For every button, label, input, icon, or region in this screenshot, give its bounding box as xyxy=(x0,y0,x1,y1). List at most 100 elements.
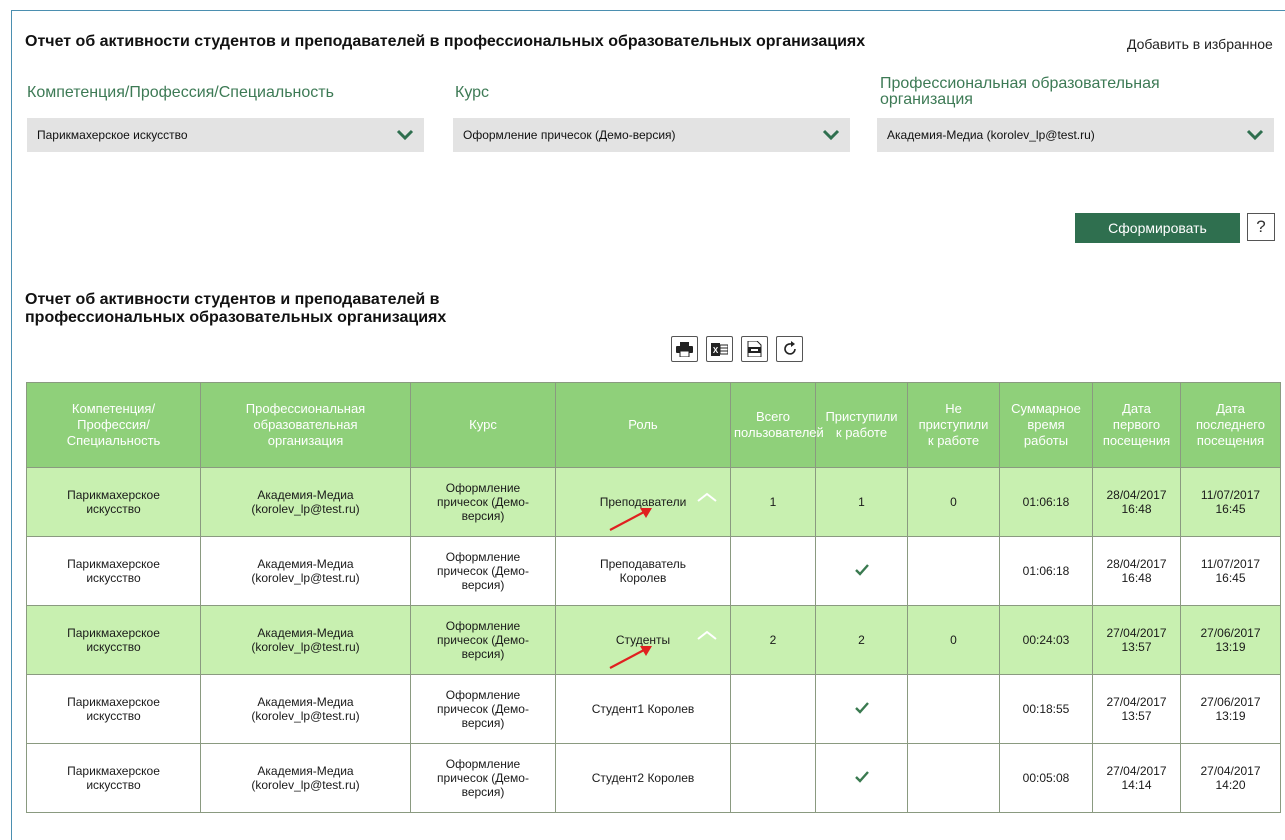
cell-not-started: 0 xyxy=(907,467,1000,537)
cell-last-visit-text: 11/07/2017 xyxy=(1200,488,1261,502)
table-group-row[interactable]: Парикмахерское искусство Академия-Медиа (ko… xyxy=(26,605,1281,675)
cell-first-visit: 27/04/2017 14:14 xyxy=(1092,743,1181,813)
svg-text:X: X xyxy=(713,346,719,355)
pdf-icon xyxy=(747,341,762,357)
cell-organization-text: (korolev_lp@test.ru) xyxy=(251,778,360,792)
cell-total-users xyxy=(730,743,816,813)
column-header-organization[interactable]: Профессиональная образовательная организац… xyxy=(200,382,411,468)
cell-last-visit-text: 11/07/2017 xyxy=(1200,557,1261,571)
report-table: Компетенция/Профессия/Специальность Профе… xyxy=(26,382,1281,813)
column-header-not-started[interactable]: Не приступили к работе xyxy=(907,382,1000,468)
column-header-role[interactable]: Роль xyxy=(555,382,731,468)
chevron-up-icon[interactable] xyxy=(696,628,718,642)
add-to-favorites-link[interactable]: Добавить в избранное xyxy=(1127,36,1273,52)
table-group-row[interactable]: Парикмахерское искусство Академия-Медиа (ko… xyxy=(26,467,1281,537)
annotation-arrow-icon xyxy=(609,508,652,531)
cell-last-visit-text: 27/06/2017 xyxy=(1200,695,1261,709)
cell-first-visit: 28/04/2017 16:48 xyxy=(1092,467,1181,537)
help-button[interactable]: ? xyxy=(1247,213,1275,241)
cell-organization-text: Академия-Медиа xyxy=(257,557,354,571)
cell-course-text: Оформление xyxy=(445,550,521,564)
cell-first-visit-text: 27/04/2017 xyxy=(1106,626,1167,640)
chevron-up-icon[interactable] xyxy=(696,490,718,504)
cell-role: Преподаватель Королев xyxy=(555,536,731,606)
column-header-text: первого xyxy=(1112,417,1161,432)
cell-competence-text: искусство xyxy=(86,502,141,516)
export-pdf-button[interactable] xyxy=(741,336,768,362)
cell-first-visit-text: 28/04/2017 xyxy=(1106,557,1167,571)
cell-last-visit-text: 13:19 xyxy=(1215,709,1246,723)
cell-organization-text: Академия-Медиа xyxy=(257,695,354,709)
cell-course: Оформление причесок (Демо-версия) xyxy=(410,536,556,606)
cell-competence-text: Парикмахерское xyxy=(67,488,160,502)
cell-course-text: версия) xyxy=(461,647,505,661)
cell-last-visit: 11/07/2017 16:45 xyxy=(1180,467,1281,537)
cell-competence-text: искусство xyxy=(86,709,141,723)
cell-organization-text: (korolev_lp@test.ru) xyxy=(251,640,360,654)
export-excel-button[interactable]: X xyxy=(706,336,733,362)
column-header-text: Приступили xyxy=(825,409,898,424)
column-header-first-visit[interactable]: Дата первого посещения xyxy=(1092,382,1181,468)
cell-organization: Академия-Медиа (korolev_lp@test.ru) xyxy=(200,674,411,744)
competence-select[interactable]: Парикмахерское искусство xyxy=(27,118,424,152)
cell-first-visit-text: 16:48 xyxy=(1121,502,1152,516)
check-icon xyxy=(854,563,869,576)
column-header-text: Всего xyxy=(755,409,791,424)
cell-course: Оформление причесок (Демо-версия) xyxy=(410,743,556,813)
cell-last-visit-text: 13:19 xyxy=(1215,640,1246,654)
cell-first-visit: 28/04/2017 16:48 xyxy=(1092,536,1181,606)
cell-organization-text: (korolev_lp@test.ru) xyxy=(251,709,360,723)
generate-button[interactable]: Сформировать xyxy=(1075,213,1240,243)
cell-started xyxy=(815,674,908,744)
cell-total-time: 00:18:55 xyxy=(999,674,1093,744)
column-header-text: к работе xyxy=(927,433,980,448)
cell-organization: Академия-Медиа (korolev_lp@test.ru) xyxy=(200,467,411,537)
column-header-text: Дата xyxy=(1216,401,1245,416)
cell-role-text: Студент2 Королев xyxy=(591,771,695,785)
column-header-total-users[interactable]: Всего пользователей xyxy=(730,382,824,468)
column-header-text: Роль xyxy=(628,417,658,432)
cell-role-text: Студент1 Королев xyxy=(591,702,695,716)
cell-organization-text: (korolev_lp@test.ru) xyxy=(251,502,360,516)
cell-organization-text: Академия-Медиа xyxy=(257,488,354,502)
page-title: Отчет об активности студентов и преподав… xyxy=(25,33,866,50)
cell-competence-text: Парикмахерское xyxy=(67,626,160,640)
column-header-course[interactable]: Курс xyxy=(410,382,556,468)
column-header-last-visit[interactable]: Дата последнего посещения xyxy=(1180,382,1281,468)
cell-role: Студенты xyxy=(555,605,731,675)
column-header-text: образовательная xyxy=(253,417,358,432)
cell-competence-text: искусство xyxy=(86,571,141,585)
cell-role-text: Преподаватель xyxy=(599,557,687,571)
refresh-icon xyxy=(783,341,796,355)
cell-role-text: Королев xyxy=(619,571,667,585)
cell-started: 1 xyxy=(815,467,908,537)
cell-organization-text: Академия-Медиа xyxy=(257,764,354,778)
report-title-line1: Отчет об активности студентов и преподав… xyxy=(25,291,440,308)
column-header-total-time[interactable]: Суммарное время работы xyxy=(999,382,1093,468)
cell-course-text: Оформление xyxy=(445,688,521,702)
column-header-text: время xyxy=(1027,417,1065,432)
course-select-value: Оформление причесок (Демо-версия) xyxy=(463,128,676,142)
report-title-line2: профессиональных образовательных организ… xyxy=(25,309,447,326)
print-button[interactable] xyxy=(671,336,698,362)
competence-select-value: Парикмахерское искусство xyxy=(37,128,188,142)
refresh-button[interactable] xyxy=(776,336,803,362)
organization-select[interactable]: Академия-Медиа (korolev_lp@test.ru) xyxy=(877,118,1274,152)
cell-first-visit-text: 27/04/2017 xyxy=(1106,764,1167,778)
cell-last-visit-text: 16:45 xyxy=(1215,502,1246,516)
cell-last-visit-text: 27/04/2017 xyxy=(1200,764,1261,778)
column-header-started[interactable]: Приступили к работе xyxy=(815,382,908,468)
course-label: Курс xyxy=(455,84,490,101)
course-select[interactable]: Оформление причесок (Демо-версия) xyxy=(453,118,850,152)
column-header-competence[interactable]: Компетенция/Профессия/Специальность xyxy=(26,382,201,468)
cell-organization: Академия-Медиа (korolev_lp@test.ru) xyxy=(200,605,411,675)
cell-last-visit-text: 27/06/2017 xyxy=(1200,626,1261,640)
cell-first-visit-text: 13:57 xyxy=(1121,640,1152,654)
cell-role: Преподаватели xyxy=(555,467,731,537)
cell-course-text: причесок (Демо- xyxy=(437,564,529,578)
cell-course-text: Оформление xyxy=(445,481,521,495)
cell-first-visit-text: 14:14 xyxy=(1121,778,1152,792)
cell-course-text: Оформление xyxy=(445,757,521,771)
cell-first-visit-text: 27/04/2017 xyxy=(1106,695,1167,709)
cell-course-text: версия) xyxy=(461,578,505,592)
